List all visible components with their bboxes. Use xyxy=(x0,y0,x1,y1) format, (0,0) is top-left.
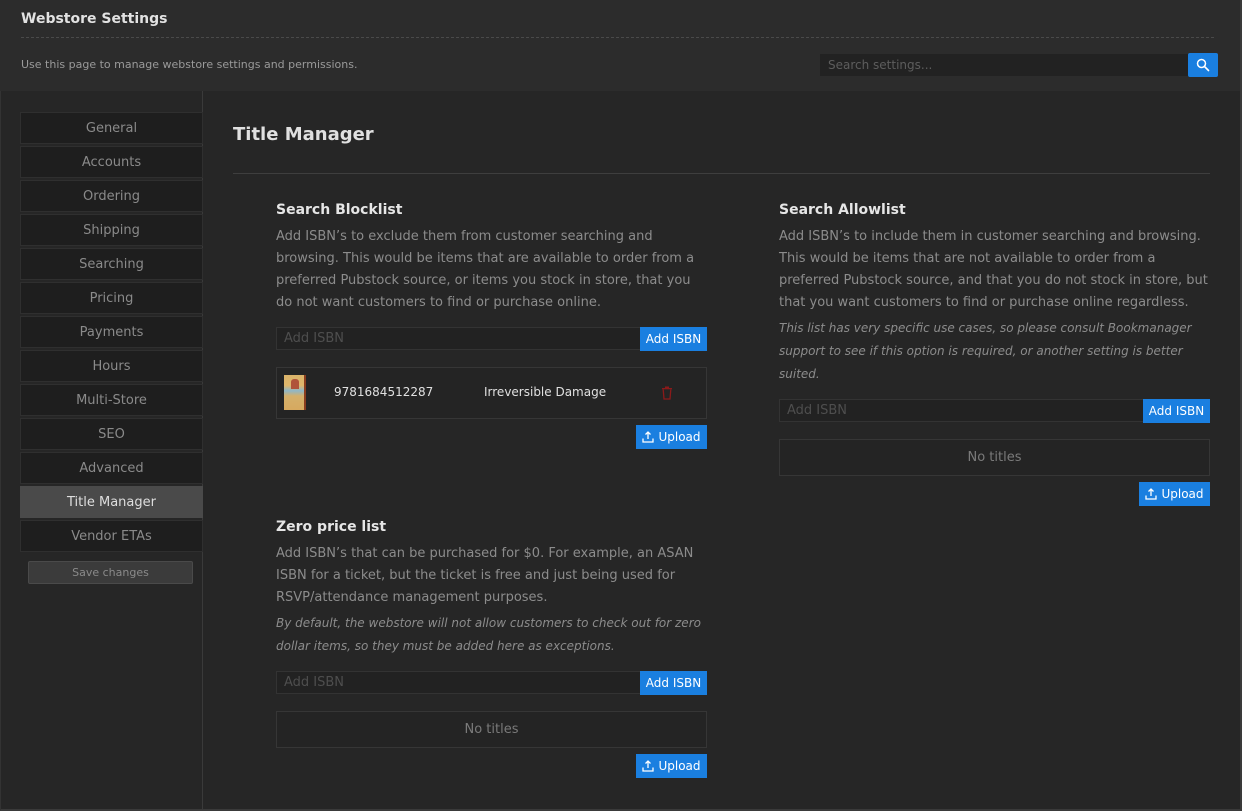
blocklist-section: Search Blocklist Add ISBN’s to exclude t… xyxy=(276,202,707,449)
title-isbn: 9781684512287 xyxy=(334,385,434,399)
header-divider xyxy=(21,37,1214,38)
blocklist-add-row: Add ISBN xyxy=(276,327,707,351)
zero-price-section: Zero price list Add ISBN’s that can be p… xyxy=(276,519,707,778)
zero-price-titles: No titles xyxy=(276,711,707,748)
allowlist-add-isbn-button[interactable]: Add ISBN xyxy=(1143,399,1210,423)
zero-price-isbn-input[interactable] xyxy=(276,671,641,694)
upload-icon xyxy=(642,431,655,443)
zero-price-empty-message: No titles xyxy=(464,722,519,737)
zero-price-heading: Zero price list xyxy=(276,519,387,535)
blocklist-upload-row: Upload xyxy=(276,425,707,449)
title-row: 9781684512287 Irreversible Damage xyxy=(277,368,706,418)
sidebar-item-vendor-etas[interactable]: Vendor ETAs xyxy=(20,520,203,552)
sidebar-item-general[interactable]: General xyxy=(20,112,203,144)
trash-icon xyxy=(662,386,672,400)
search-icon xyxy=(1196,58,1210,72)
blocklist-description: Add ISBN’s to exclude them from customer… xyxy=(276,229,695,310)
sidebar-item-ordering[interactable]: Ordering xyxy=(20,180,203,212)
upload-icon xyxy=(642,760,655,772)
settings-search-input[interactable] xyxy=(820,54,1188,76)
blocklist-isbn-input[interactable] xyxy=(276,327,641,350)
title-divider xyxy=(233,173,1210,174)
sidebar-item-advanced[interactable]: Advanced xyxy=(20,452,203,484)
settings-sidebar: General Accounts Ordering Shipping Searc… xyxy=(2,91,203,809)
upload-label: Upload xyxy=(658,759,701,773)
zero-price-add-isbn-button[interactable]: Add ISBN xyxy=(640,671,707,695)
main-content: Title Manager Search Blocklist Add ISBN’… xyxy=(204,91,1240,809)
header-title: Webstore Settings xyxy=(21,11,168,27)
sidebar-item-title-manager[interactable]: Title Manager xyxy=(20,486,203,518)
blocklist-upload-button[interactable]: Upload xyxy=(636,425,707,449)
sidebar-item-seo[interactable]: SEO xyxy=(20,418,203,450)
zero-price-upload-button[interactable]: Upload xyxy=(636,754,707,778)
sidebar-item-payments[interactable]: Payments xyxy=(20,316,203,348)
allowlist-isbn-input[interactable] xyxy=(779,399,1144,422)
zero-price-upload-row: Upload xyxy=(276,754,707,778)
delete-title-button[interactable] xyxy=(661,386,673,400)
sidebar-item-multi-store[interactable]: Multi-Store xyxy=(20,384,203,416)
blocklist-add-isbn-button[interactable]: Add ISBN xyxy=(640,327,707,351)
zero-price-description: Add ISBN’s that can be purchased for $0.… xyxy=(276,546,694,605)
page-header: Webstore Settings Use this page to manag… xyxy=(0,0,1242,91)
save-changes-button[interactable]: Save changes xyxy=(28,561,193,584)
sidebar-item-hours[interactable]: Hours xyxy=(20,350,203,382)
allowlist-titles: No titles xyxy=(779,439,1210,476)
allowlist-section: Search Allowlist Add ISBN’s to include t… xyxy=(779,202,1210,506)
book-cover-image xyxy=(284,375,306,410)
blocklist-heading: Search Blocklist xyxy=(276,202,403,218)
sidebar-item-shipping[interactable]: Shipping xyxy=(20,214,203,246)
sidebar-item-pricing[interactable]: Pricing xyxy=(20,282,203,314)
upload-icon xyxy=(1145,488,1158,500)
allowlist-description: Add ISBN’s to include them in customer s… xyxy=(779,229,1208,310)
upload-label: Upload xyxy=(658,430,701,444)
sidebar-item-accounts[interactable]: Accounts xyxy=(20,146,203,178)
settings-body: General Accounts Ordering Shipping Searc… xyxy=(0,91,1242,811)
allowlist-note: This list has very specific use cases, s… xyxy=(779,321,1192,381)
settings-search xyxy=(820,53,1218,77)
upload-label: Upload xyxy=(1161,487,1204,501)
header-description: Use this page to manage webstore setting… xyxy=(21,58,358,71)
page-title: Title Manager xyxy=(233,124,374,145)
zero-price-note: By default, the webstore will not allow … xyxy=(276,616,701,653)
allowlist-empty-message: No titles xyxy=(967,450,1022,465)
allowlist-add-row: Add ISBN xyxy=(779,399,1210,423)
blocklist-titles: 9781684512287 Irreversible Damage xyxy=(276,367,707,419)
zero-price-add-row: Add ISBN xyxy=(276,671,707,695)
sidebar-item-searching[interactable]: Searching xyxy=(20,248,203,280)
settings-search-button[interactable] xyxy=(1188,53,1218,77)
settings-nav: General Accounts Ordering Shipping Searc… xyxy=(20,112,203,554)
allowlist-upload-button[interactable]: Upload xyxy=(1139,482,1210,506)
title-name: Irreversible Damage xyxy=(484,385,607,399)
allowlist-upload-row: Upload xyxy=(779,482,1210,506)
allowlist-heading: Search Allowlist xyxy=(779,202,906,218)
